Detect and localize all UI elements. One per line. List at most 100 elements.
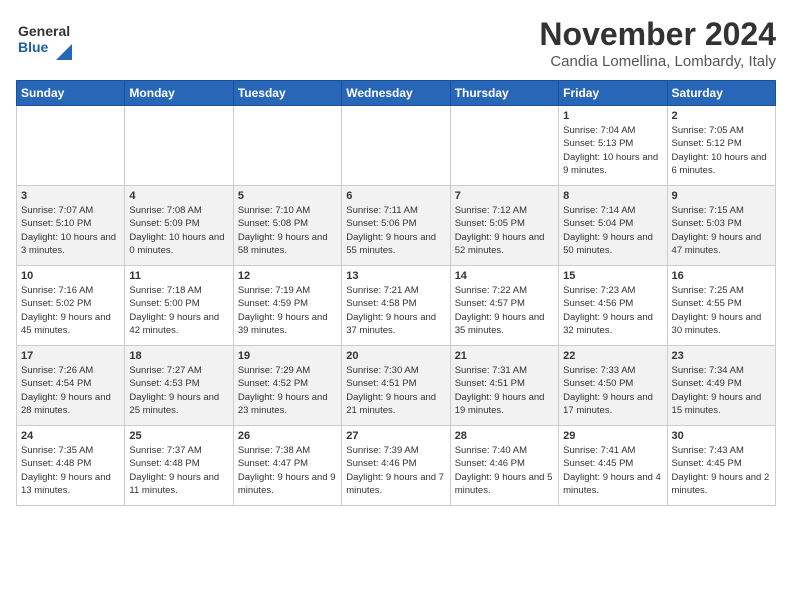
week-row-2: 3Sunrise: 7:07 AM Sunset: 5:10 PM Daylig… bbox=[17, 186, 776, 266]
calendar-table: SundayMondayTuesdayWednesdayThursdayFrid… bbox=[16, 80, 776, 506]
day-cell: 26Sunrise: 7:38 AM Sunset: 4:47 PM Dayli… bbox=[233, 426, 341, 506]
month-title: November 2024 bbox=[539, 16, 776, 53]
day-info: Sunrise: 7:05 AM Sunset: 5:12 PM Dayligh… bbox=[672, 124, 771, 177]
day-number: 10 bbox=[21, 270, 120, 282]
header-cell-sunday: Sunday bbox=[17, 81, 125, 106]
header-cell-thursday: Thursday bbox=[450, 81, 558, 106]
location-title: Candia Lomellina, Lombardy, Italy bbox=[539, 53, 776, 70]
day-cell: 4 Sunrise: 7:08 AM Sunset: 5:09 PM Daylig… bbox=[125, 186, 233, 266]
svg-text:Blue: Blue bbox=[18, 39, 49, 55]
day-info: Sunrise: 7:26 AM Sunset: 4:54 PM Dayligh… bbox=[21, 364, 120, 417]
day-number: 1 bbox=[563, 110, 662, 122]
day-cell: 25 Sunrise: 7:37 AM Sunset: 4:48 PM Dayli… bbox=[125, 426, 233, 506]
day-number: 27 bbox=[346, 430, 445, 442]
day-cell: 15 Sunrise: 7:23 AM Sunset: 4:56 PM Dayli… bbox=[559, 266, 667, 346]
day-number: 6 bbox=[346, 190, 445, 202]
day-info: Sunrise: 7:10 AM Sunset: 5:08 PM Dayligh… bbox=[238, 204, 337, 257]
day-info: Sunrise: 7:11 AM Sunset: 5:06 PM Dayligh… bbox=[346, 204, 445, 257]
day-number: 17 bbox=[21, 350, 120, 362]
day-cell: 19 Sunrise: 7:29 AM Sunset: 4:52 PM Dayli… bbox=[233, 346, 341, 426]
header-cell-saturday: Saturday bbox=[667, 81, 775, 106]
week-row-5: 24 Sunrise: 7:35 AM Sunset: 4:48 PM Dayli… bbox=[17, 426, 776, 506]
day-cell: 24 Sunrise: 7:35 AM Sunset: 4:48 PM Dayli… bbox=[17, 426, 125, 506]
day-info: Sunrise: 7:19 AM Sunset: 4:59 PM Dayligh… bbox=[238, 284, 337, 337]
day-cell: 14 Sunrise: 7:22 AM Sunset: 4:57 PM Dayli… bbox=[450, 266, 558, 346]
day-info: Sunrise: 7:33 AM Sunset: 4:50 PM Dayligh… bbox=[563, 364, 662, 417]
day-cell: 27 Sunrise: 7:39 AM Sunset: 4:46 PM Dayli… bbox=[342, 426, 450, 506]
day-number: 15 bbox=[563, 270, 662, 282]
calendar-body: 1 Sunrise: 7:04 AM Sunset: 5:13 PM Daylig… bbox=[17, 106, 776, 506]
day-number: 12 bbox=[238, 270, 337, 282]
day-cell: 29 Sunrise: 7:41 AM Sunset: 4:45 PM Dayli… bbox=[559, 426, 667, 506]
header-cell-wednesday: Wednesday bbox=[342, 81, 450, 106]
day-number: 24 bbox=[21, 430, 120, 442]
week-row-3: 10Sunrise: 7:16 AM Sunset: 5:02 PM Dayli… bbox=[17, 266, 776, 346]
day-cell: 28 Sunrise: 7:40 AM Sunset: 4:46 PM Dayli… bbox=[450, 426, 558, 506]
day-info: Sunrise: 7:22 AM Sunset: 4:57 PM Dayligh… bbox=[455, 284, 554, 337]
header: General Blue November 2024 Candia Lomell… bbox=[16, 16, 776, 70]
day-number: 19 bbox=[238, 350, 337, 362]
day-cell: 11Sunrise: 7:18 AM Sunset: 5:00 PM Dayli… bbox=[125, 266, 233, 346]
day-number: 9 bbox=[672, 190, 771, 202]
day-cell: 22 Sunrise: 7:33 AM Sunset: 4:50 PM Dayli… bbox=[559, 346, 667, 426]
logo-icon: General Blue bbox=[16, 16, 72, 60]
day-number: 5 bbox=[238, 190, 337, 202]
day-cell: 16 Sunrise: 7:25 AM Sunset: 4:55 PM Dayli… bbox=[667, 266, 775, 346]
day-info: Sunrise: 7:08 AM Sunset: 5:09 PM Dayligh… bbox=[129, 204, 228, 257]
day-info: Sunrise: 7:43 AM Sunset: 4:45 PM Dayligh… bbox=[672, 444, 771, 497]
day-info: Sunrise: 7:12 AM Sunset: 5:05 PM Dayligh… bbox=[455, 204, 554, 257]
header-cell-friday: Friday bbox=[559, 81, 667, 106]
day-cell: 9 Sunrise: 7:15 AM Sunset: 5:03 PM Daylig… bbox=[667, 186, 775, 266]
calendar-header-row: SundayMondayTuesdayWednesdayThursdayFrid… bbox=[17, 81, 776, 106]
day-info: Sunrise: 7:39 AM Sunset: 4:46 PM Dayligh… bbox=[346, 444, 445, 497]
day-number: 20 bbox=[346, 350, 445, 362]
day-info: Sunrise: 7:37 AM Sunset: 4:48 PM Dayligh… bbox=[129, 444, 228, 497]
day-cell bbox=[17, 106, 125, 186]
day-cell: 30 Sunrise: 7:43 AM Sunset: 4:45 PM Dayli… bbox=[667, 426, 775, 506]
day-cell: 23 Sunrise: 7:34 AM Sunset: 4:49 PM Dayli… bbox=[667, 346, 775, 426]
day-cell: 17 Sunrise: 7:26 AM Sunset: 4:54 PM Dayli… bbox=[17, 346, 125, 426]
day-info: Sunrise: 7:15 AM Sunset: 5:03 PM Dayligh… bbox=[672, 204, 771, 257]
day-number: 18 bbox=[129, 350, 228, 362]
day-info: Sunrise: 7:23 AM Sunset: 4:56 PM Dayligh… bbox=[563, 284, 662, 337]
day-cell bbox=[342, 106, 450, 186]
day-cell: 13Sunrise: 7:21 AM Sunset: 4:58 PM Dayli… bbox=[342, 266, 450, 346]
week-row-4: 17 Sunrise: 7:26 AM Sunset: 4:54 PM Dayli… bbox=[17, 346, 776, 426]
day-number: 30 bbox=[672, 430, 771, 442]
day-number: 23 bbox=[672, 350, 771, 362]
day-info: Sunrise: 7:25 AM Sunset: 4:55 PM Dayligh… bbox=[672, 284, 771, 337]
svg-text:General: General bbox=[18, 23, 70, 39]
logo: General Blue bbox=[16, 16, 72, 60]
day-number: 14 bbox=[455, 270, 554, 282]
day-cell: 6 Sunrise: 7:11 AM Sunset: 5:06 PM Daylig… bbox=[342, 186, 450, 266]
day-number: 2 bbox=[672, 110, 771, 122]
day-info: Sunrise: 7:40 AM Sunset: 4:46 PM Dayligh… bbox=[455, 444, 554, 497]
day-number: 21 bbox=[455, 350, 554, 362]
day-cell bbox=[125, 106, 233, 186]
day-cell: 7Sunrise: 7:12 AM Sunset: 5:05 PM Daylig… bbox=[450, 186, 558, 266]
day-number: 11 bbox=[129, 270, 228, 282]
day-info: Sunrise: 7:35 AM Sunset: 4:48 PM Dayligh… bbox=[21, 444, 120, 497]
day-number: 25 bbox=[129, 430, 228, 442]
day-cell bbox=[450, 106, 558, 186]
day-cell: 2 Sunrise: 7:05 AM Sunset: 5:12 PM Daylig… bbox=[667, 106, 775, 186]
day-number: 16 bbox=[672, 270, 771, 282]
day-number: 22 bbox=[563, 350, 662, 362]
day-info: Sunrise: 7:30 AM Sunset: 4:51 PM Dayligh… bbox=[346, 364, 445, 417]
day-cell: 18Sunrise: 7:27 AM Sunset: 4:53 PM Dayli… bbox=[125, 346, 233, 426]
day-info: Sunrise: 7:29 AM Sunset: 4:52 PM Dayligh… bbox=[238, 364, 337, 417]
day-cell: 8 Sunrise: 7:14 AM Sunset: 5:04 PM Daylig… bbox=[559, 186, 667, 266]
day-number: 13 bbox=[346, 270, 445, 282]
week-row-1: 1 Sunrise: 7:04 AM Sunset: 5:13 PM Daylig… bbox=[17, 106, 776, 186]
day-number: 28 bbox=[455, 430, 554, 442]
day-number: 8 bbox=[563, 190, 662, 202]
day-info: Sunrise: 7:04 AM Sunset: 5:13 PM Dayligh… bbox=[563, 124, 662, 177]
day-info: Sunrise: 7:41 AM Sunset: 4:45 PM Dayligh… bbox=[563, 444, 662, 497]
day-info: Sunrise: 7:34 AM Sunset: 4:49 PM Dayligh… bbox=[672, 364, 771, 417]
day-cell: 20 Sunrise: 7:30 AM Sunset: 4:51 PM Dayli… bbox=[342, 346, 450, 426]
day-number: 29 bbox=[563, 430, 662, 442]
day-info: Sunrise: 7:14 AM Sunset: 5:04 PM Dayligh… bbox=[563, 204, 662, 257]
day-number: 4 bbox=[129, 190, 228, 202]
day-cell: 10Sunrise: 7:16 AM Sunset: 5:02 PM Dayli… bbox=[17, 266, 125, 346]
day-cell: 12 Sunrise: 7:19 AM Sunset: 4:59 PM Dayli… bbox=[233, 266, 341, 346]
